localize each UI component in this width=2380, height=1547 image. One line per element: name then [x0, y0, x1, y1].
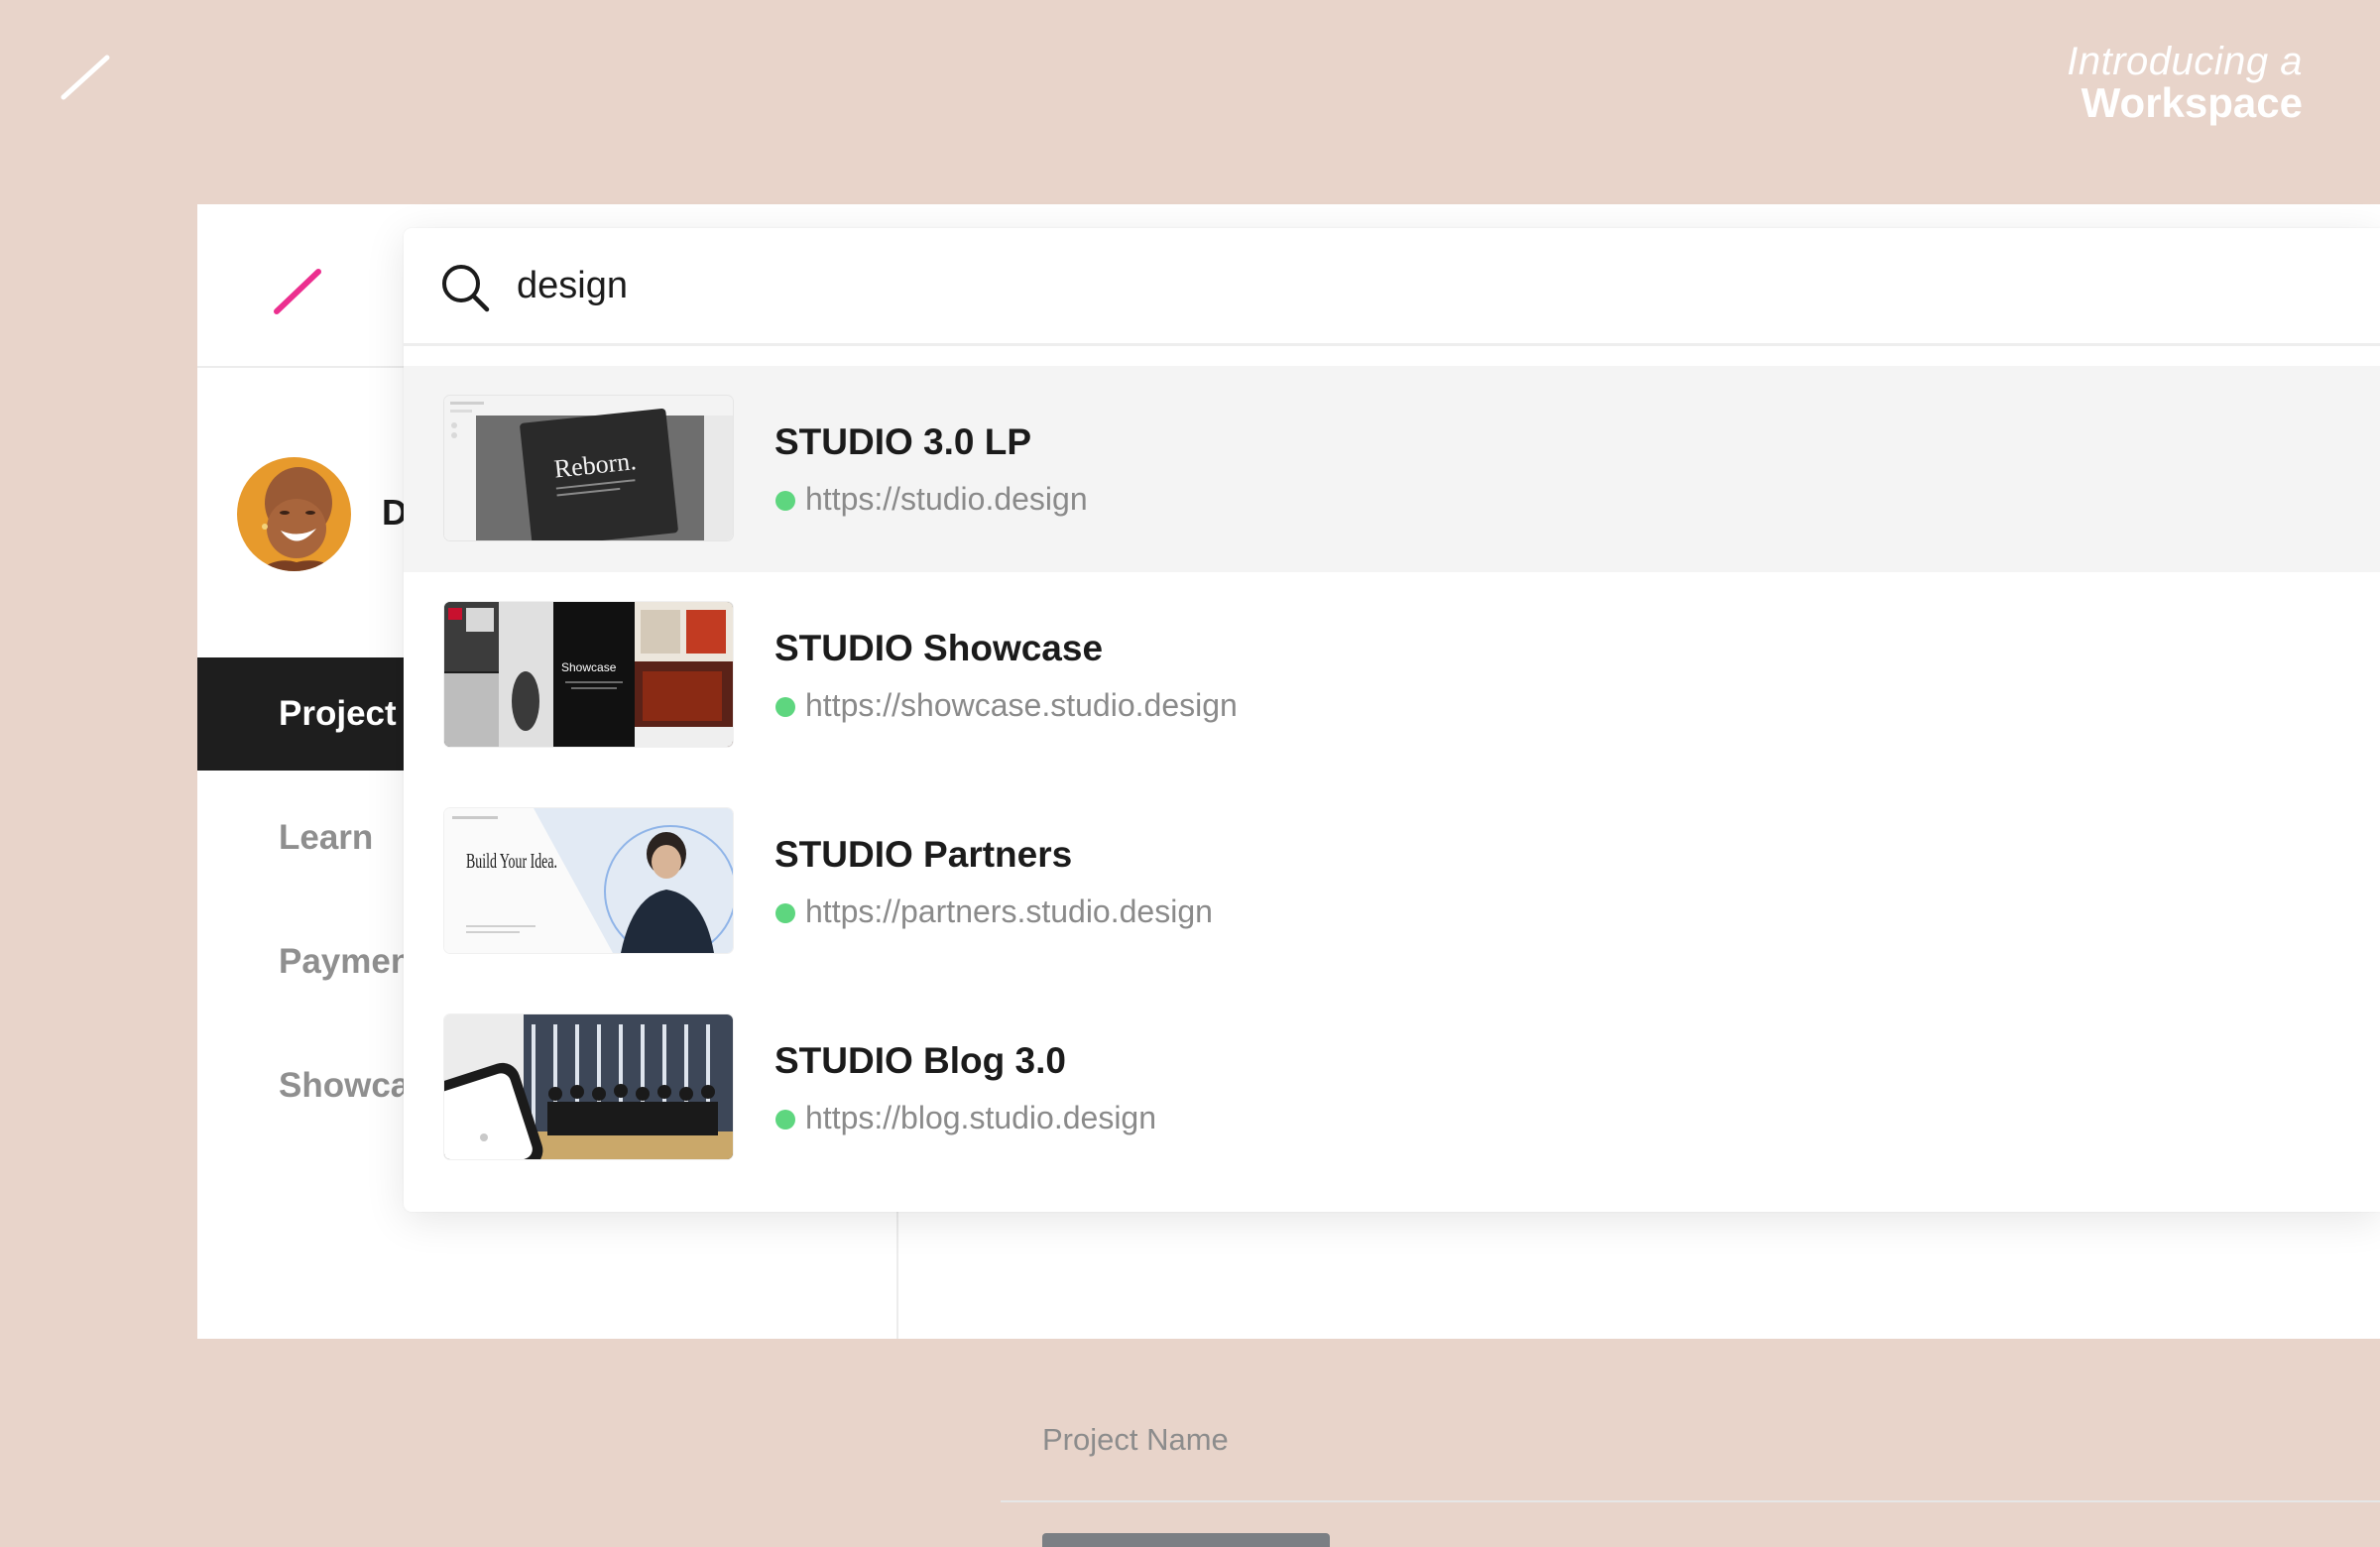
studio-logo-icon [60, 55, 110, 100]
tagline-title: Workspace [2081, 78, 2303, 126]
column-header-project-name[interactable]: Project Name [1042, 1422, 1229, 1458]
result-title: STUDIO Showcase [774, 628, 1104, 668]
result-title: STUDIO 3.0 LP [774, 421, 1032, 462]
result-thumbnail: Reborn. [444, 396, 733, 540]
search-result-item[interactable]: Build Your Idea. STUDIO Partners https:/… [404, 778, 2380, 985]
result-title: STUDIO Blog 3.0 [774, 1040, 1066, 1081]
status-online-icon [775, 1110, 795, 1130]
sidebar-item-learn[interactable]: Learn [197, 781, 425, 894]
project-thumbnail[interactable] [1042, 1533, 1330, 1547]
result-title: STUDIO Partners [774, 834, 1073, 875]
result-url[interactable]: https://partners.studio.design [805, 893, 1213, 930]
result-url[interactable]: https://studio.design [805, 481, 1088, 518]
table-divider [1001, 1500, 2380, 1502]
status-online-icon [775, 697, 795, 717]
search-result-item[interactable]: Showcase STUDIO Showcase https://showcas… [404, 572, 2380, 778]
search-bar [404, 228, 2380, 346]
search-input[interactable] [517, 254, 2004, 317]
search-result-item[interactable]: STUDIO Blog 3.0 https://blog.studio.desi… [404, 985, 2380, 1191]
search-icon [442, 265, 490, 312]
result-thumbnail [444, 1014, 733, 1159]
sidebar-item-showcase[interactable]: Showcase [197, 1029, 425, 1142]
result-url[interactable]: https://blog.studio.design [805, 1100, 1156, 1136]
search-results: Reborn. STUDIO 3.0 LP https://studio.des… [404, 346, 2380, 1191]
header-divider [197, 366, 406, 368]
thumbnail-text: Build Your Idea. [466, 849, 557, 873]
sidebar-item-payment[interactable]: Payment [197, 905, 425, 1018]
sidebar-item-project[interactable]: Project [197, 657, 425, 771]
avatar[interactable] [237, 457, 351, 571]
search-result-item[interactable]: Reborn. STUDIO 3.0 LP https://studio.des… [404, 366, 2380, 572]
status-online-icon [775, 903, 795, 923]
result-thumbnail: Showcase [444, 602, 733, 747]
result-thumbnail: Build Your Idea. [444, 808, 733, 953]
studio-logo-icon[interactable] [269, 262, 328, 321]
search-panel: Reborn. STUDIO 3.0 LP https://studio.des… [404, 228, 2380, 1212]
tagline: Introducing a Workspace [2067, 42, 2303, 125]
thumbnail-text: Showcase [561, 660, 617, 674]
result-url[interactable]: https://showcase.studio.design [805, 687, 1238, 724]
status-online-icon [775, 491, 795, 511]
tagline-intro: Introducing a [2067, 40, 2303, 83]
sidebar-divider [896, 1206, 898, 1339]
